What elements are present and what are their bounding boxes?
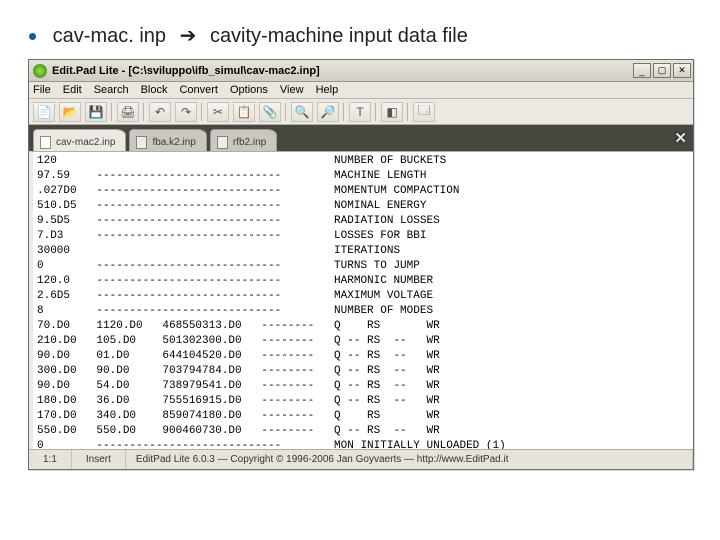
menu-view[interactable]: View bbox=[280, 84, 304, 96]
toolbar-button[interactable]: ↶ bbox=[149, 102, 171, 122]
text-editor[interactable]: 120 NUMBER OF BUCKETS97.59 -------------… bbox=[29, 151, 693, 449]
toolbar-button[interactable]: ✂ bbox=[207, 102, 229, 122]
close-button[interactable]: ✕ bbox=[673, 63, 691, 78]
editor-line[interactable]: 0 ---------------------------- MON INITI… bbox=[37, 439, 689, 449]
menu-block[interactable]: Block bbox=[141, 84, 168, 96]
arrow-icon: ➔ bbox=[180, 25, 197, 47]
toolbar-button[interactable]: T bbox=[349, 102, 371, 122]
toolbar: 📄📂💾 🖨 ↶↷ ✂📋📎 🔍🔎 T ◧ 🗔 bbox=[29, 99, 693, 125]
toolbar-button[interactable]: 📄 bbox=[33, 102, 55, 122]
editor-line[interactable]: 120.0 ---------------------------- HARMO… bbox=[37, 274, 689, 289]
editor-line[interactable]: 8 ---------------------------- NUMBER OF… bbox=[37, 304, 689, 319]
menu-help[interactable]: Help bbox=[316, 84, 339, 96]
tab-label: cav-mac2.inp bbox=[56, 137, 115, 148]
maximize-button[interactable]: ▢ bbox=[653, 63, 671, 78]
status-mode: Insert bbox=[72, 450, 126, 469]
menu-search[interactable]: Search bbox=[94, 84, 129, 96]
toolbar-button[interactable]: 🖨 bbox=[117, 102, 139, 122]
toolbar-button[interactable]: 💾 bbox=[85, 102, 107, 122]
toolbar-button[interactable]: 📎 bbox=[259, 102, 281, 122]
toolbar-button[interactable]: 🔎 bbox=[317, 102, 339, 122]
editor-line[interactable]: 90.D0 01.D0 644104520.D0 -------- Q -- R… bbox=[37, 349, 689, 364]
titlebar[interactable]: Edit.Pad Lite - [C:\sviluppo\ifb_simul\c… bbox=[29, 60, 693, 82]
menu-edit[interactable]: Edit bbox=[63, 84, 82, 96]
editor-line[interactable]: 9.5D5 ---------------------------- RADIA… bbox=[37, 214, 689, 229]
toolbar-separator bbox=[375, 103, 377, 121]
status-cursor: 1:1 bbox=[29, 450, 72, 469]
editor-line[interactable]: 170.D0 340.D0 859074180.D0 -------- Q RS… bbox=[37, 409, 689, 424]
file-icon bbox=[136, 136, 147, 149]
menubar: File Edit Search Block Convert Options View Hel… bbox=[29, 82, 693, 99]
tab-label: fba.k2.inp bbox=[152, 137, 195, 148]
tab-bar: cav-mac2.inp fba.k2.inp rfb2.inp ✕ bbox=[29, 125, 693, 151]
file-icon bbox=[217, 136, 228, 149]
menu-file[interactable]: File bbox=[33, 84, 51, 96]
minimize-button[interactable]: _ bbox=[633, 63, 651, 78]
editor-line[interactable]: .027D0 ---------------------------- MOME… bbox=[37, 184, 689, 199]
caption-filename: cav-mac. inp bbox=[53, 25, 166, 47]
editor-line[interactable]: 300.D0 90.D0 703794784.D0 -------- Q -- … bbox=[37, 364, 689, 379]
editor-line[interactable]: 120 NUMBER OF BUCKETS bbox=[37, 154, 689, 169]
editor-line[interactable]: 97.59 ---------------------------- MACHI… bbox=[37, 169, 689, 184]
toolbar-separator bbox=[143, 103, 145, 121]
editor-line[interactable]: 0 ---------------------------- TURNS TO … bbox=[37, 259, 689, 274]
toolbar-button[interactable]: ↷ bbox=[175, 102, 197, 122]
caption-description: cavity-machine input data file bbox=[210, 25, 468, 47]
toolbar-button[interactable]: 🔍 bbox=[291, 102, 313, 122]
editor-window: Edit.Pad Lite - [C:\sviluppo\ifb_simul\c… bbox=[28, 59, 694, 470]
editor-line[interactable]: 180.D0 36.D0 755516915.D0 -------- Q -- … bbox=[37, 394, 689, 409]
toolbar-separator bbox=[285, 103, 287, 121]
app-icon bbox=[33, 64, 47, 78]
menu-convert[interactable]: Convert bbox=[179, 84, 218, 96]
file-icon bbox=[40, 136, 51, 149]
editor-line[interactable]: 2.6D5 ---------------------------- MAXIM… bbox=[37, 289, 689, 304]
tab-rfb2-inp[interactable]: rfb2.inp bbox=[210, 129, 277, 151]
toolbar-button[interactable]: 🗔 bbox=[413, 102, 435, 122]
editor-line[interactable]: 70.D0 1120.D0 468550313.D0 -------- Q RS… bbox=[37, 319, 689, 334]
tab-label: rfb2.inp bbox=[233, 137, 266, 148]
editor-line[interactable]: 30000 ITERATIONS bbox=[37, 244, 689, 259]
editor-line[interactable]: 90.D0 54.D0 738979541.D0 -------- Q -- R… bbox=[37, 379, 689, 394]
tab-close-button[interactable]: ✕ bbox=[674, 129, 687, 147]
toolbar-separator bbox=[201, 103, 203, 121]
toolbar-separator bbox=[407, 103, 409, 121]
toolbar-separator bbox=[111, 103, 113, 121]
toolbar-separator bbox=[343, 103, 345, 121]
bullet-icon: • bbox=[28, 21, 37, 51]
toolbar-button[interactable]: ◧ bbox=[381, 102, 403, 122]
status-message: EditPad Lite 6.0.3 — Copyright © 1996-20… bbox=[126, 450, 693, 469]
menu-options[interactable]: Options bbox=[230, 84, 268, 96]
window-title: Edit.Pad Lite - [C:\sviluppo\ifb_simul\c… bbox=[52, 65, 633, 77]
status-bar: 1:1 Insert EditPad Lite 6.0.3 — Copyrigh… bbox=[29, 449, 693, 469]
tab-fba-k2-inp[interactable]: fba.k2.inp bbox=[129, 129, 206, 151]
tab-cav-mac2-inp[interactable]: cav-mac2.inp bbox=[33, 129, 126, 151]
editor-line[interactable]: 510.D5 ---------------------------- NOMI… bbox=[37, 199, 689, 214]
toolbar-button[interactable]: 📂 bbox=[59, 102, 81, 122]
toolbar-button[interactable]: 📋 bbox=[233, 102, 255, 122]
editor-line[interactable]: 550.D0 550.D0 900460730.D0 -------- Q --… bbox=[37, 424, 689, 439]
editor-line[interactable]: 210.D0 105.D0 501302300.D0 -------- Q --… bbox=[37, 334, 689, 349]
slide-caption: • cav-mac. inp ➔ cavity-machine input da… bbox=[0, 0, 720, 59]
editor-line[interactable]: 7.D3 ---------------------------- LOSSES… bbox=[37, 229, 689, 244]
